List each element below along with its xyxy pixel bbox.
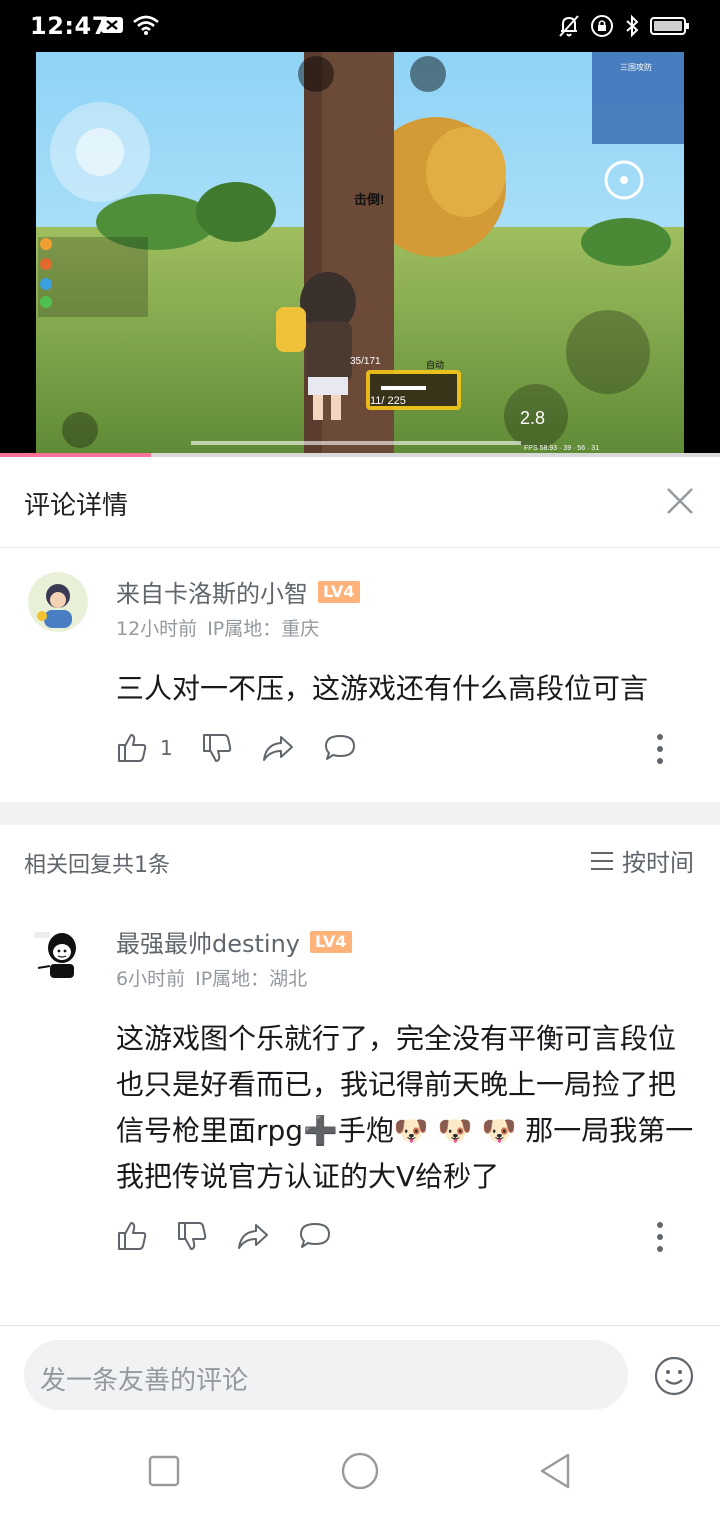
thumbs-up-icon [118, 1222, 147, 1250]
reply-actions [116, 1216, 360, 1256]
reply-button[interactable] [323, 732, 357, 764]
status-time: 12:47 [30, 12, 109, 40]
reply-avatar[interactable] [28, 922, 88, 982]
message-icon [101, 17, 123, 33]
lock-rotation-icon [591, 15, 613, 37]
thumbs-up-icon [118, 734, 147, 762]
dislike-button[interactable] [201, 732, 233, 764]
share-icon [262, 736, 293, 761]
hud-skill-timer: 2.8 [520, 408, 545, 428]
like-button[interactable]: 1 [116, 732, 173, 764]
system-nav-bar [0, 1425, 720, 1520]
comment-input-placeholder: 发一条友善的评论 [40, 1366, 249, 1396]
share-icon [238, 1224, 268, 1249]
hud-hit-banner: 击倒! [354, 192, 384, 207]
game-video-frame[interactable]: 击倒! 35/171 自动 11/ 225 FPS 58.93 · 39 · 5… [36, 52, 684, 455]
list-icon [591, 851, 613, 870]
comment-input[interactable]: 发一条友善的评论 [24, 1340, 628, 1410]
reply-level-badge: LV4 [310, 930, 352, 953]
reply-dislike-button[interactable] [176, 1220, 208, 1252]
status-icons-left [100, 14, 160, 36]
recent-apps-icon[interactable] [144, 1451, 184, 1491]
level-badge: LV4 [318, 580, 360, 603]
reply-count-label: 相关回复共1条 [24, 853, 170, 878]
reply-username-row: 最强最帅destiny LV4 [116, 924, 352, 959]
section-divider [0, 802, 720, 825]
more-options-icon[interactable] [650, 732, 670, 766]
hud-fps: FPS 58.93 · 39 · 56 · 31 [524, 445, 599, 452]
comment-location: IP属地：重庆 [207, 618, 320, 640]
reply-time: 6小时前 [116, 968, 186, 990]
reply-like-button[interactable] [116, 1220, 148, 1252]
status-bar: 12:47 [0, 0, 720, 52]
chat-bubble-icon [324, 735, 355, 760]
mute-bell-icon [559, 15, 579, 37]
panel-title: 评论详情 [24, 491, 129, 521]
reply-meta: 6小时前 IP属地：湖北 [116, 964, 307, 991]
comment-actions: 1 [116, 728, 385, 768]
replies-header: 相关回复共1条 按时间 [0, 825, 720, 897]
reply-text: 这游戏图个乐就行了，完全没有平衡可言段位也只是好看而已，我记得前天晚上一局捡了把… [116, 1022, 694, 1193]
username[interactable]: 来自卡洛斯的小智 [116, 574, 308, 609]
game-scene-image: 击倒! 35/171 自动 11/ 225 FPS 58.93 · 39 · 5… [36, 52, 684, 455]
reply-username[interactable]: 最强最帅destiny [116, 924, 300, 959]
close-icon[interactable] [660, 481, 700, 521]
reply-location: IP属地：湖北 [195, 968, 308, 990]
comment-input-bar: 发一条友善的评论 [0, 1325, 720, 1426]
status-icons-right [558, 14, 690, 38]
comment-text: 三人对一不压，这游戏还有什么高段位可言 [116, 672, 649, 705]
comment-meta: 12小时前 IP属地：重庆 [116, 614, 319, 641]
comment-detail-header: 评论详情 [0, 457, 720, 548]
hud-mission: 三国攻防 [620, 62, 652, 72]
sort-button[interactable]: 按时间 [590, 843, 694, 878]
username-row: 来自卡洛斯的小智 LV4 [116, 574, 360, 609]
like-count: 1 [160, 736, 173, 760]
wifi-icon [133, 15, 159, 35]
main-comment: 来自卡洛斯的小智 LV4 12小时前 IP属地：重庆 三人对一不压，这游戏还有什么… [0, 548, 720, 802]
reply-reply-button[interactable] [298, 1220, 332, 1252]
reply-share-button[interactable] [236, 1220, 270, 1252]
reply-comment: 最强最帅destiny LV4 6小时前 IP属地：湖北 这游戏图个乐就行了，完全… [0, 898, 720, 1290]
avatar[interactable] [28, 572, 88, 632]
hud-ammo-clip: 35/171 [350, 356, 381, 367]
video-player[interactable]: 击倒! 35/171 自动 11/ 225 FPS 58.93 · 39 · 5… [0, 52, 720, 455]
chat-bubble-icon [300, 1223, 330, 1248]
hud-weapon-mode: 自动 [426, 359, 444, 370]
reply-more-options-icon[interactable] [650, 1220, 670, 1254]
battery-icon [650, 17, 689, 35]
thumbs-down-icon [202, 734, 231, 762]
sort-label: 按时间 [622, 849, 694, 877]
back-icon[interactable] [536, 1451, 576, 1491]
comment-time: 12小时前 [116, 618, 198, 640]
home-icon[interactable] [340, 1451, 380, 1491]
hud-ammo-count: 11/ 225 [370, 395, 406, 407]
share-button[interactable] [261, 732, 295, 764]
bluetooth-icon [626, 14, 639, 38]
emoji-icon[interactable] [654, 1356, 694, 1396]
thumbs-down-icon [178, 1222, 207, 1250]
